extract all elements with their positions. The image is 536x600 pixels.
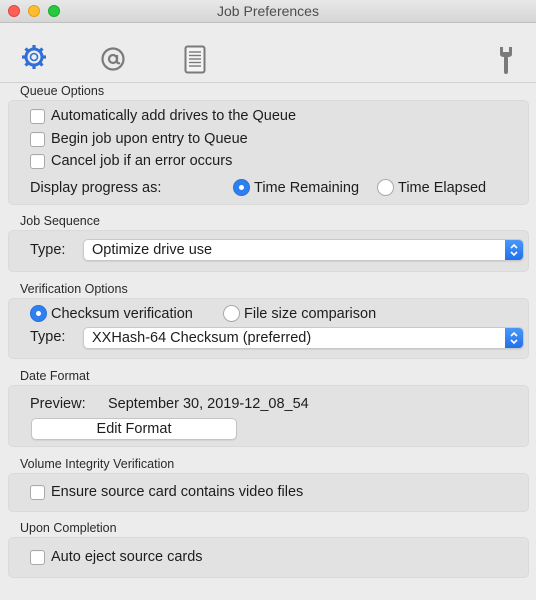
date-preview-label: Preview:: [30, 396, 86, 412]
job-sequence-type-value: Optimize drive use: [92, 242, 213, 258]
file-size-comparison-radio[interactable]: [223, 305, 240, 322]
verification-type-popup[interactable]: XXHash-64 Checksum (preferred): [83, 327, 524, 349]
auto-eject-option[interactable]: Auto eject source cards: [30, 549, 203, 565]
date-preview-value: September 30, 2019-12_08_54: [108, 396, 309, 412]
time-elapsed-text: Time Elapsed: [398, 179, 487, 196]
job-sequence-type-label: Type:: [30, 242, 65, 258]
time-remaining-radio[interactable]: [233, 179, 250, 196]
job-sequence-type-popup[interactable]: Optimize drive use: [83, 239, 524, 261]
begin-job-option[interactable]: Begin job upon entry to Queue: [30, 131, 248, 147]
begin-job-text: Begin job upon entry to Queue: [51, 131, 248, 147]
wrench-icon[interactable]: [496, 45, 516, 79]
checksum-verification-option[interactable]: Checksum verification: [30, 305, 193, 322]
display-progress-label: Display progress as:: [30, 180, 161, 196]
auto-add-drives-option[interactable]: Automatically add drives to the Queue: [30, 108, 296, 124]
edit-format-button[interactable]: Edit Format: [31, 418, 237, 440]
preferences-window: Job Preferences Queue Options Automatica…: [0, 0, 536, 600]
queue-options-label: Queue Options: [20, 84, 105, 98]
verification-options-label: Verification Options: [20, 282, 128, 296]
ensure-video-checkbox[interactable]: [30, 484, 45, 500]
time-elapsed-option[interactable]: Time Elapsed: [377, 179, 486, 196]
window-title: Job Preferences: [217, 3, 319, 19]
date-format-label: Date Format: [20, 369, 90, 383]
auto-add-drives-text: Automatically add drives to the Queue: [51, 108, 297, 124]
toolbar: [0, 23, 536, 83]
cancel-job-checkbox[interactable]: [30, 153, 45, 169]
at-sign-icon[interactable]: [100, 46, 126, 76]
volume-integrity-label: Volume Integrity Verification: [20, 457, 175, 471]
auto-eject-checkbox[interactable]: [30, 549, 45, 565]
ensure-video-option[interactable]: Ensure source card contains video files: [30, 484, 303, 500]
date-preview-label-text: Preview:: [30, 396, 86, 412]
popup-arrows-icon: [505, 240, 523, 260]
gear-icon[interactable]: [20, 43, 48, 75]
file-size-comparison-option[interactable]: File size comparison: [223, 305, 376, 322]
title-bar: Job Preferences: [0, 0, 536, 23]
popup-arrows-icon: [505, 328, 523, 348]
time-remaining-text: Time Remaining: [254, 179, 360, 196]
job-sequence-label: Job Sequence: [20, 214, 100, 228]
display-progress-text: Display progress as:: [30, 180, 162, 196]
document-icon[interactable]: [184, 45, 206, 79]
job-sequence-type-text: Type:: [30, 242, 66, 258]
cancel-job-option[interactable]: Cancel job if an error occurs: [30, 153, 232, 169]
file-size-comparison-text: File size comparison: [244, 305, 377, 322]
time-remaining-option[interactable]: Time Remaining: [233, 179, 359, 196]
verification-type-text: Type:: [30, 329, 66, 345]
verification-type-value: XXHash-64 Checksum (preferred): [92, 330, 312, 346]
time-elapsed-radio[interactable]: [377, 179, 394, 196]
ensure-video-text: Ensure source card contains video files: [51, 484, 304, 500]
checksum-verification-text: Checksum verification: [51, 305, 193, 322]
checksum-verification-radio[interactable]: [30, 305, 47, 322]
auto-eject-text: Auto eject source cards: [51, 549, 203, 565]
cancel-job-text: Cancel job if an error occurs: [51, 153, 233, 169]
begin-job-checkbox[interactable]: [30, 131, 45, 147]
date-preview-value-text: September 30, 2019-12_08_54: [108, 396, 309, 412]
auto-add-drives-checkbox[interactable]: [30, 108, 45, 124]
upon-completion-label: Upon Completion: [20, 521, 117, 535]
verification-type-label: Type:: [30, 329, 65, 345]
